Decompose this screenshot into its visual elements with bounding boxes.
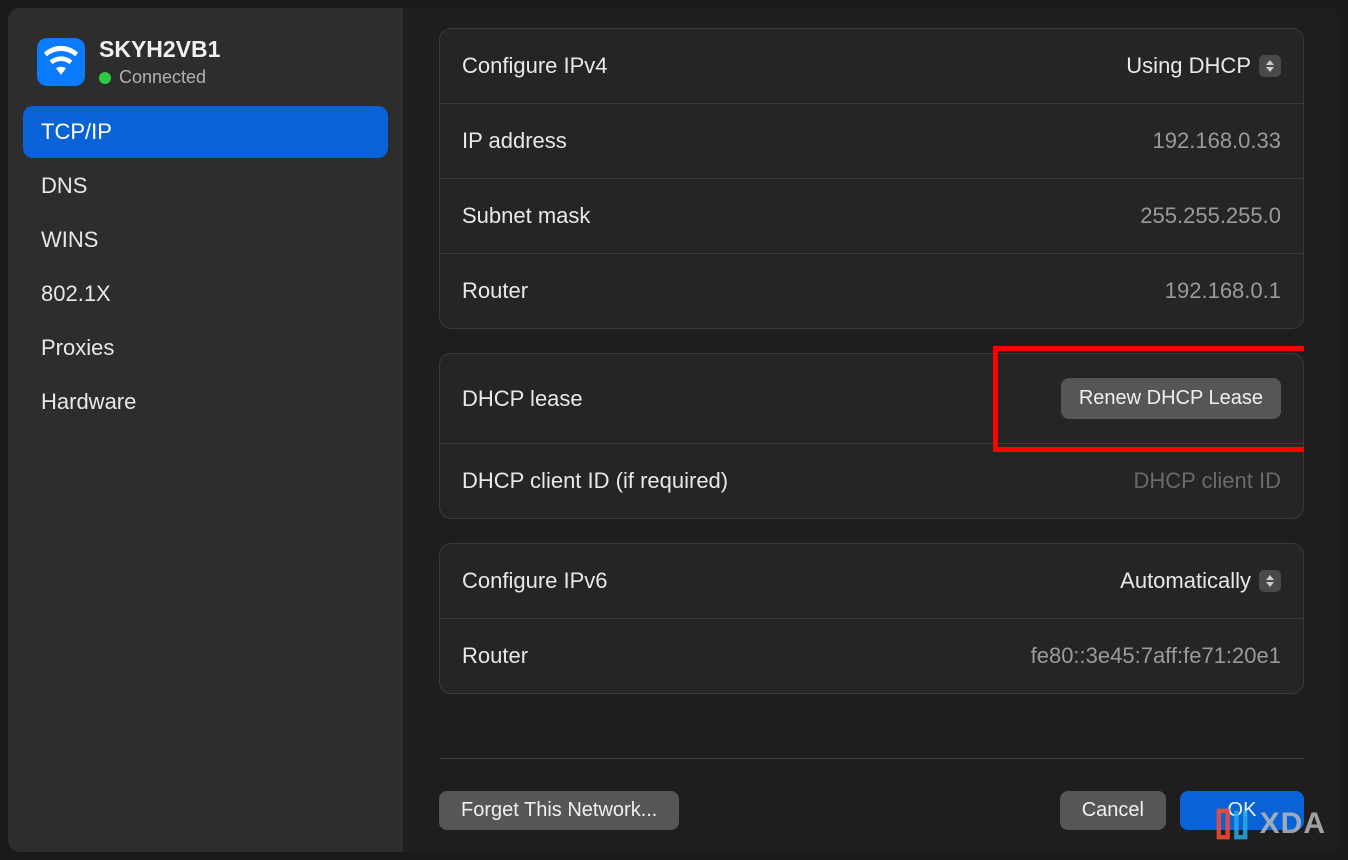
sidebar-item-proxies[interactable]: Proxies xyxy=(23,322,388,374)
ip-address-value: 192.168.0.33 xyxy=(1153,128,1281,154)
status-indicator-icon xyxy=(99,72,111,84)
sidebar-item-8021x[interactable]: 802.1X xyxy=(23,268,388,320)
cancel-button[interactable]: Cancel xyxy=(1060,791,1166,830)
configure-ipv4-dropdown[interactable]: Using DHCP xyxy=(1126,53,1281,79)
configure-ipv4-value: Using DHCP xyxy=(1126,53,1251,79)
router-ipv4-row: Router 192.168.0.1 xyxy=(440,254,1303,328)
dhcp-client-id-label: DHCP client ID (if required) xyxy=(462,468,728,494)
configure-ipv6-label: Configure IPv6 xyxy=(462,568,608,594)
divider xyxy=(439,758,1304,759)
dhcp-group: DHCP lease Renew DHCP Lease DHCP client … xyxy=(439,353,1304,519)
dhcp-lease-row: DHCP lease Renew DHCP Lease xyxy=(440,354,1303,444)
footer-left: Forget This Network... xyxy=(439,791,679,830)
content-area: Configure IPv4 Using DHCP IP address 192… xyxy=(439,28,1304,744)
ip-address-row: IP address 192.168.0.33 xyxy=(440,104,1303,179)
ipv6-group: Configure IPv6 Automatically Router fe80… xyxy=(439,543,1304,694)
network-name: SKYH2VB1 xyxy=(99,36,220,63)
configure-ipv6-dropdown[interactable]: Automatically xyxy=(1120,568,1281,594)
main-panel: Configure IPv4 Using DHCP IP address 192… xyxy=(403,8,1340,852)
subnet-mask-row: Subnet mask 255.255.255.0 xyxy=(440,179,1303,254)
router-ipv6-value: fe80::3e45:7aff:fe71:20e1 xyxy=(1031,643,1281,669)
chevron-up-down-icon xyxy=(1259,570,1281,592)
status-row: Connected xyxy=(99,67,220,88)
wifi-icon xyxy=(37,38,85,86)
configure-ipv4-row: Configure IPv4 Using DHCP xyxy=(440,29,1303,104)
dhcp-client-id-row: DHCP client ID (if required) DHCP client… xyxy=(440,444,1303,518)
renew-dhcp-lease-button[interactable]: Renew DHCP Lease xyxy=(1061,378,1281,419)
sidebar-item-label: Proxies xyxy=(41,335,114,360)
dhcp-lease-label: DHCP lease xyxy=(462,386,583,412)
sidebar-item-tcpip[interactable]: TCP/IP xyxy=(23,106,388,158)
dhcp-client-id-placeholder[interactable]: DHCP client ID xyxy=(1133,468,1281,494)
sidebar-item-label: TCP/IP xyxy=(41,119,112,144)
ipv4-group: Configure IPv4 Using DHCP IP address 192… xyxy=(439,28,1304,329)
watermark-text: XDA xyxy=(1260,807,1326,841)
configure-ipv4-label: Configure IPv4 xyxy=(462,53,608,79)
watermark: XDA xyxy=(1210,802,1326,846)
sidebar-item-label: DNS xyxy=(41,173,87,198)
network-info: SKYH2VB1 Connected xyxy=(99,36,220,88)
sidebar-item-label: 802.1X xyxy=(41,281,111,306)
sidebar-item-dns[interactable]: DNS xyxy=(23,160,388,212)
forget-network-button[interactable]: Forget This Network... xyxy=(439,791,679,830)
ip-address-label: IP address xyxy=(462,128,567,154)
configure-ipv6-row: Configure IPv6 Automatically xyxy=(440,544,1303,619)
router-ipv6-label: Router xyxy=(462,643,528,669)
router-ipv4-value: 192.168.0.1 xyxy=(1165,278,1281,304)
sidebar-item-label: Hardware xyxy=(41,389,136,414)
router-ipv4-label: Router xyxy=(462,278,528,304)
sidebar-item-hardware[interactable]: Hardware xyxy=(23,376,388,428)
footer: Forget This Network... Cancel OK xyxy=(439,791,1304,838)
subnet-mask-value: 255.255.255.0 xyxy=(1140,203,1281,229)
xda-logo-icon xyxy=(1210,802,1254,846)
sidebar-item-wins[interactable]: WINS xyxy=(23,214,388,266)
chevron-up-down-icon xyxy=(1259,55,1281,77)
network-header: SKYH2VB1 Connected xyxy=(23,28,388,106)
sidebar-list: TCP/IP DNS WINS 802.1X Proxies Hardware xyxy=(23,106,388,428)
sidebar: SKYH2VB1 Connected TCP/IP DNS WINS 802.1… xyxy=(8,8,403,852)
subnet-mask-label: Subnet mask xyxy=(462,203,590,229)
status-text: Connected xyxy=(119,67,206,88)
router-ipv6-row: Router fe80::3e45:7aff:fe71:20e1 xyxy=(440,619,1303,693)
sidebar-item-label: WINS xyxy=(41,227,98,252)
configure-ipv6-value: Automatically xyxy=(1120,568,1251,594)
